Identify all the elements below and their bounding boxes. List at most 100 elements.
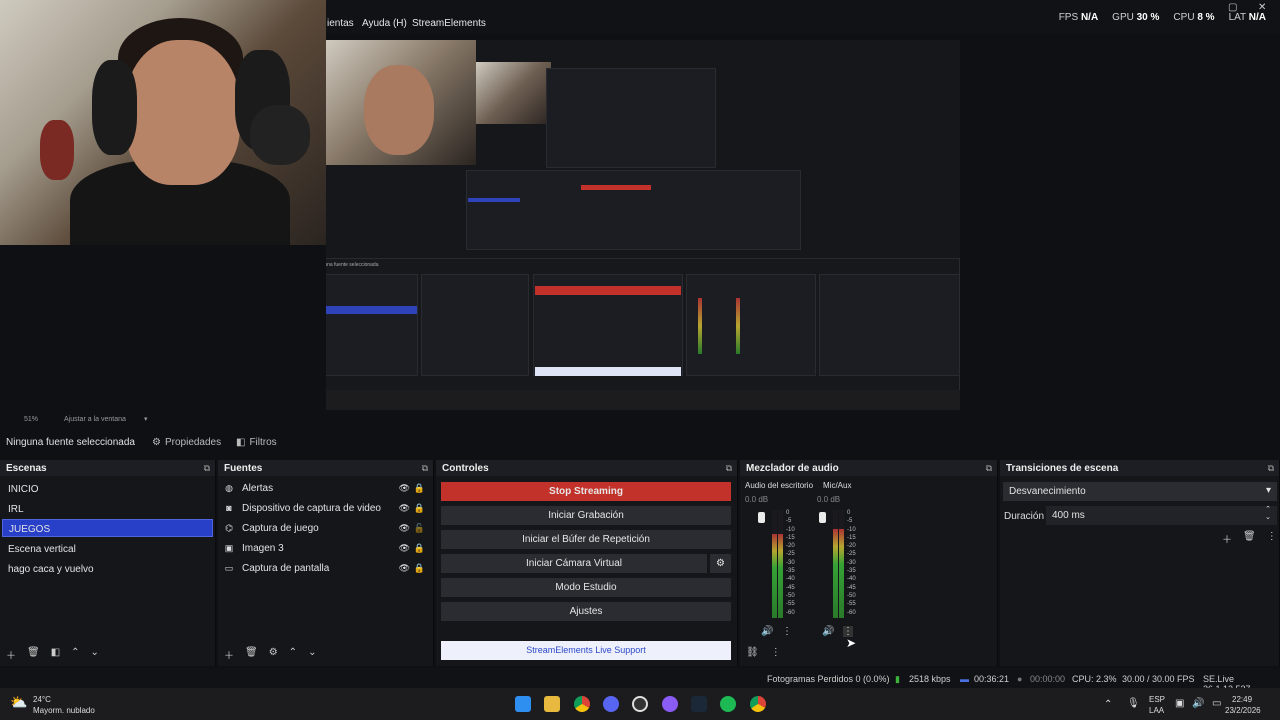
discord-icon[interactable] [603,696,619,712]
windows-start-icon[interactable] [515,696,531,712]
language-indicator[interactable]: ESP [1149,695,1165,704]
eye-icon[interactable]: 👁 [399,503,410,514]
chevron-down-icon[interactable]: ⌄ [308,647,316,662]
dock-icon[interactable]: ⧉ [422,463,428,474]
clock-time[interactable]: 22:49 [1232,695,1252,704]
db-scale: 0 -5 -10 -15 -20 -25 -30 -35 -40 -45 -50 -55 -60 [847,510,856,616]
replay-buffer-button[interactable]: Iniciar el Búfer de Repetición [441,530,731,549]
stepper-icon[interactable]: ⌃ ⌄ [1265,506,1271,522]
scene-item-irl[interactable]: IRL [2,500,213,518]
add-transition-icon[interactable]: ＋ [1222,531,1232,546]
dock-icon[interactable]: ⧉ [726,463,732,474]
duration-input[interactable]: 400 ms ⌃ ⌄ [1046,506,1277,525]
scene-item-break[interactable]: hago caca y vuelvo [2,560,213,578]
scenes-panel: Escenas ⧉ INICIO IRL JUEGOS Escena vertic… [0,460,216,666]
trash-icon[interactable]: 🗑 [27,647,40,662]
scene-item-vertical[interactable]: Escena vertical [2,540,213,558]
dock-icon[interactable]: ⧉ [986,463,992,474]
stop-streaming-button[interactable]: Stop Streaming [441,482,731,501]
weather-temp[interactable]: 24°C [33,695,51,704]
more-icon[interactable]: ⋮ [782,626,792,637]
filters-button[interactable]: ◧ Filtros [230,434,283,451]
fader-mic[interactable] [819,512,826,523]
chevron-down-icon[interactable]: ⌄ [91,647,99,662]
obs-icon[interactable] [632,696,648,712]
weather-desc[interactable]: Mayorm. nublado [33,706,95,715]
link-icon[interactable]: ⛓ [746,647,759,658]
volume-icon[interactable]: 🔊 [1192,698,1204,709]
menu-help[interactable]: Ayuda (H) [362,18,407,29]
dock-icon[interactable]: ⧉ [204,463,210,474]
properties-button[interactable]: ⚙ Propiedades [146,434,227,451]
trash-icon[interactable]: 🗑 [1243,531,1256,546]
db-scale: 0 -5 -10 -15 -20 -25 -30 -35 -40 -45 -50 -55 -60 [786,510,795,616]
bitrate: 2518 kbps [909,674,951,684]
more-icon[interactable]: ⋮ [1267,531,1277,546]
clock-date[interactable]: 23/2/2026 [1225,706,1261,715]
lock-icon[interactable]: 🔒 [414,563,425,574]
gear-icon[interactable]: ⚙ [269,647,278,662]
stream-preview[interactable]: Ninguna fuente seleccionada [326,40,960,410]
menu-streamelements[interactable]: StreamElements [412,18,486,29]
virtual-camera-button[interactable]: Iniciar Cámara Virtual [441,554,707,573]
lock-icon[interactable]: 🔒 [414,503,425,514]
studio-mode-button[interactable]: Modo Estudio [441,578,731,597]
filter-icon[interactable]: ◧ [51,647,60,662]
se-support-button[interactable]: StreamElements Live Support [441,641,731,660]
gamepad-icon: ⌬ [225,522,233,533]
app-icon[interactable] [662,696,678,712]
close-icon[interactable]: ✕ [1258,2,1266,13]
network-icon[interactable]: ▣ [1175,698,1184,709]
source-item[interactable]: ▭ Captura de pantalla 👁 🔒 [222,559,430,577]
file-explorer-icon[interactable] [544,696,560,712]
scene-item-juegos[interactable]: JUEGOS [2,519,213,537]
fader-desktop[interactable] [758,512,765,523]
fps-status: 30.00 / 30.00 FPS [1122,674,1195,684]
gear-icon[interactable]: ⚙ [710,554,731,573]
battery-icon[interactable]: ▭ [1212,698,1221,709]
rec-time: 00:00:00 [1030,674,1066,684]
eye-icon[interactable]: 👁 [399,523,410,534]
source-toolbar: Ninguna fuente seleccionada ⚙ Propiedades… [0,432,1280,452]
eye-icon[interactable]: 👁 [399,543,410,554]
mic-icon[interactable]: 🎙 [1127,698,1140,709]
lock-icon[interactable]: 🔒 [414,543,425,554]
mixer-title: Mezclador de audio [746,463,839,474]
zoom-level[interactable]: 51% [24,416,38,423]
dock-icon[interactable]: ⧉ [1268,463,1274,474]
chevron-up-icon[interactable]: ⌃ [71,647,79,662]
source-item[interactable]: ⌬ Captura de juego 👁 🔓 [222,519,430,537]
start-recording-button[interactable]: Iniciar Grabación [441,506,731,525]
scene-item-inicio[interactable]: INICIO [2,480,213,498]
weather-icon[interactable]: ⛅ [10,694,27,711]
zoom-fit-dropdown[interactable]: Ajustar a la ventana [64,416,126,423]
transition-select[interactable]: Desvanecimiento ▾ [1003,482,1277,501]
trash-icon[interactable]: 🗑 [245,647,258,662]
more-icon[interactable]: ⋮ [771,647,781,658]
source-item[interactable]: ◍ Alertas 👁 🔒 [222,479,430,497]
source-item[interactable]: ◙ Dispositivo de captura de video 👁 🔒 [222,499,430,517]
speaker-icon[interactable]: 🔊 [822,626,834,637]
eye-icon[interactable]: 👁 [399,563,410,574]
fps-stat: FPS N/A [1058,12,1099,23]
eye-icon[interactable]: 👁 [399,483,410,494]
settings-button[interactable]: Ajustes [441,602,731,621]
steam-icon[interactable] [691,696,707,712]
chevron-up-icon[interactable]: ⌃ [1104,699,1112,710]
add-source-icon[interactable]: ＋ [224,647,234,662]
speaker-icon[interactable]: 🔊 [761,626,773,637]
unlock-icon[interactable]: 🔓 [414,523,425,534]
lock-icon[interactable]: 🔒 [414,483,425,494]
source-item[interactable]: ▣ Imagen 3 👁 🔒 [222,539,430,557]
menu-tools[interactable]: ientas [327,18,354,29]
add-scene-icon[interactable]: ＋ [6,647,16,662]
language-sub[interactable]: LAA [1149,706,1164,715]
spotify-icon[interactable] [720,696,736,712]
chevron-up-icon[interactable]: ⌃ [289,647,297,662]
scenes-title: Escenas [6,463,47,474]
chevron-down-icon[interactable]: ▾ [144,415,148,423]
restore-icon[interactable]: ▢ [1228,2,1237,13]
chrome-icon[interactable] [574,696,590,712]
monitor-icon: ▭ [224,562,234,573]
chrome-icon[interactable] [750,696,766,712]
